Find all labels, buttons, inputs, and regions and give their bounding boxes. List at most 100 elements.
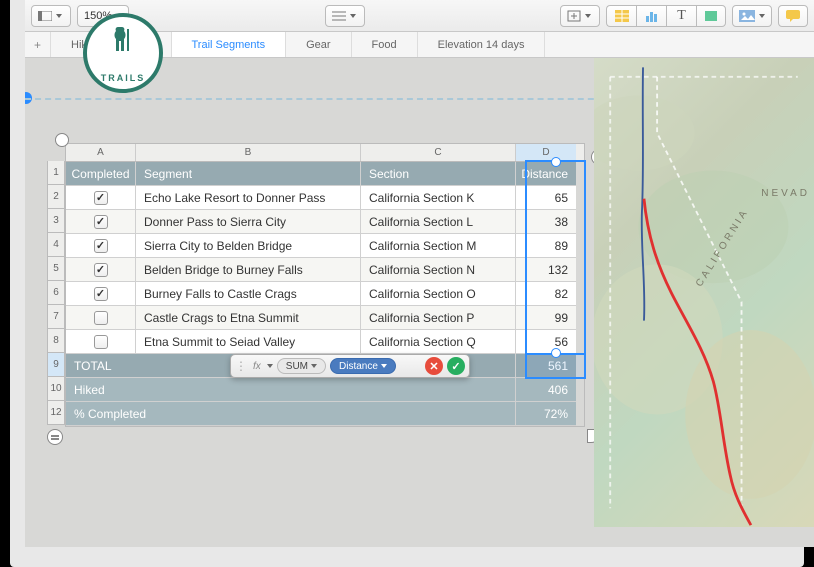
hiked-value[interactable]: 406 [516,378,576,402]
table-header-row: Completed Segment Section Distance [66,162,584,186]
column-header-a[interactable]: A [66,144,136,161]
cell-section[interactable]: California Section M [361,234,516,258]
table-corner-handle[interactable] [55,133,69,147]
header-section[interactable]: Section [361,162,516,186]
row-header[interactable]: 9 [47,353,65,377]
formula-grip-icon: ⋮ [235,359,247,373]
chevron-down-icon [381,364,387,368]
chevron-down-icon [311,364,317,368]
spreadsheet-table[interactable]: A B C D 1 2 3 4 5 6 7 8 9 10 12 [65,143,585,427]
column-header-b[interactable]: B [136,144,361,161]
table-row: Donner Pass to Sierra City California Se… [66,210,584,234]
column-header-d[interactable]: D [516,144,576,161]
text-icon: T [677,8,686,24]
total-value[interactable]: 561 [516,354,576,378]
logo-text: TRAILS [101,73,146,83]
row-header[interactable]: 10 [47,377,65,401]
column-header-c[interactable]: C [361,144,516,161]
table-pct-row: % Completed 72% [66,402,584,426]
checkbox[interactable] [94,263,108,277]
cell-distance[interactable]: 82 [516,282,576,306]
row-header[interactable]: 8 [47,329,65,353]
row-header[interactable]: 1 [47,161,65,185]
cell-segment[interactable]: Burney Falls to Castle Crags [136,282,361,306]
table-grid: Completed Segment Section Distance Echo … [65,161,585,427]
tab-gear[interactable]: Gear [286,32,351,57]
add-sheet-button[interactable]: + [25,32,51,57]
row-header[interactable]: 12 [47,401,65,425]
checkbox[interactable] [94,335,108,349]
hiked-label[interactable]: Hiked [66,378,516,402]
cell-distance[interactable]: 132 [516,258,576,282]
cell-completed[interactable] [66,186,136,210]
table-row: Echo Lake Resort to Donner Pass Californ… [66,186,584,210]
cell-segment[interactable]: Belden Bridge to Burney Falls [136,258,361,282]
cell-completed[interactable] [66,306,136,330]
row-header[interactable]: 4 [47,233,65,257]
comment-button[interactable] [778,5,808,27]
cell-distance[interactable]: 65 [516,186,576,210]
cell-segment[interactable]: Sierra City to Belden Bridge [136,234,361,258]
plus-box-icon [567,10,581,22]
cell-completed[interactable] [66,210,136,234]
chevron-down-icon[interactable] [267,364,273,368]
cell-segment[interactable]: Castle Crags to Etna Summit [136,306,361,330]
hiker-icon [108,25,138,53]
comment-icon [786,10,800,22]
header-completed[interactable]: Completed [66,162,136,186]
checkbox[interactable] [94,215,108,229]
table-row: Belden Bridge to Burney Falls California… [66,258,584,282]
row-header[interactable]: 7 [47,305,65,329]
insert-dropdown[interactable] [560,5,600,27]
checkbox[interactable] [94,311,108,325]
shape-button[interactable] [696,5,726,27]
formula-accept-button[interactable]: ✓ [447,357,465,375]
table-row: Etna Summit to Seiad Valley California S… [66,330,584,354]
chart-button[interactable] [636,5,666,27]
formula-cancel-button[interactable]: ✕ [425,357,443,375]
header-segment[interactable]: Segment [136,162,361,186]
header-distance[interactable]: Distance [516,162,576,186]
cell-distance[interactable]: 89 [516,234,576,258]
row-header[interactable]: 5 [47,257,65,281]
cell-completed[interactable] [66,234,136,258]
cell-completed[interactable] [66,282,136,306]
cell-section[interactable]: California Section Q [361,330,516,354]
table-button[interactable] [606,5,636,27]
checkbox[interactable] [94,191,108,205]
view-dropdown[interactable] [31,5,71,27]
cell-section[interactable]: California Section L [361,210,516,234]
cell-section[interactable]: California Section N [361,258,516,282]
formula-function-button[interactable]: SUM [277,358,326,374]
cell-distance[interactable]: 99 [516,306,576,330]
cell-completed[interactable] [66,258,136,282]
pct-value[interactable]: 72% [516,402,576,426]
cell-section[interactable]: California Section K [361,186,516,210]
cell-section[interactable]: California Section P [361,306,516,330]
cell-distance[interactable]: 38 [516,210,576,234]
pct-label[interactable]: % Completed [66,402,516,426]
text-button[interactable]: T [666,5,696,27]
list-icon [332,11,346,21]
checkbox[interactable] [94,287,108,301]
tab-elevation[interactable]: Elevation 14 days [418,32,546,57]
cell-completed[interactable] [66,330,136,354]
media-dropdown[interactable] [732,5,772,27]
chart-icon [645,10,659,22]
cell-segment[interactable]: Echo Lake Resort to Donner Pass [136,186,361,210]
formula-editor[interactable]: ⋮ fx SUM Distance ✕ ✓ [230,354,470,378]
row-header[interactable]: 2 [47,185,65,209]
table-icon [615,10,629,22]
row-header[interactable]: 6 [47,281,65,305]
cell-segment[interactable]: Donner Pass to Sierra City [136,210,361,234]
tab-food[interactable]: Food [352,32,418,57]
cell-distance[interactable]: 56 [516,330,576,354]
formula-arg-token[interactable]: Distance [330,358,396,374]
cell-section[interactable]: California Section O [361,282,516,306]
checkbox[interactable] [94,239,108,253]
row-header[interactable]: 3 [47,209,65,233]
row-resize-handle[interactable] [47,429,63,445]
list-style-dropdown[interactable] [325,5,365,27]
cell-segment[interactable]: Etna Summit to Seiad Valley [136,330,361,354]
tab-trail-segments[interactable]: Trail Segments [172,32,287,57]
